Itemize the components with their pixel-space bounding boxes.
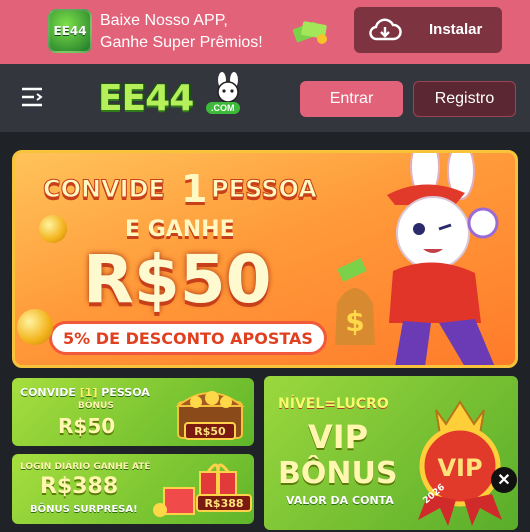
banner-amount: R$50 bbox=[83, 241, 272, 318]
brand-suffix: .COM bbox=[206, 102, 240, 114]
vip-bonus-card[interactable]: NÍVEL=LUCRO VIP BÔNUS VALOR DA CONTA VIP… bbox=[264, 376, 518, 530]
invite-card-tag: R$50 bbox=[184, 422, 236, 440]
gift-boxes-icon bbox=[153, 463, 237, 517]
bunny-character-illustration: $ bbox=[335, 153, 499, 365]
install-button[interactable]: Instalar bbox=[354, 7, 502, 53]
svg-text:$: $ bbox=[345, 305, 364, 338]
app-download-banner: EE44 Baixe Nosso APP, Ganhe Super Prêmio… bbox=[0, 0, 530, 64]
invite-card-title-b: PESSOA bbox=[101, 386, 150, 399]
install-label: Instalar bbox=[429, 21, 483, 38]
bunny-mascot-icon bbox=[217, 72, 239, 103]
app-promo-text: Baixe Nosso APP, Ganhe Super Prêmios! bbox=[100, 10, 263, 54]
vip-crown-badge-icon: VIP 2026 bbox=[418, 400, 502, 526]
brand-text: EE44 bbox=[98, 77, 194, 119]
banner-person-text: PESSOA bbox=[211, 175, 318, 204]
vip-card-top: NÍVEL=LUCRO bbox=[278, 396, 389, 412]
daily-card-tag: R$388 bbox=[196, 494, 252, 512]
banner-earn-text: E GANHE bbox=[125, 217, 235, 242]
cloud-download-icon bbox=[369, 18, 402, 41]
promo-line-1: Baixe Nosso APP, bbox=[100, 12, 228, 29]
vip-badge-text: VIP bbox=[437, 454, 482, 482]
money-icon bbox=[292, 21, 327, 44]
daily-card-title: LOGIN DIÁRIO GANHE ATÉ bbox=[20, 462, 151, 472]
banner-number: 1 bbox=[181, 167, 208, 211]
invite-card-title-num: [1] bbox=[79, 386, 98, 399]
daily-card-amount: R$388 bbox=[40, 474, 119, 499]
menu-icon[interactable] bbox=[20, 86, 44, 108]
banner-discount-pill: 5% DE DESCONTO APOSTAS bbox=[49, 321, 327, 355]
login-button[interactable]: Entrar bbox=[300, 81, 403, 117]
invite-card-amount: R$50 bbox=[58, 414, 116, 438]
vip-card-sub: VALOR DA CONTA bbox=[286, 494, 394, 507]
vip-card-title: VIP bbox=[308, 418, 369, 456]
invite-bonus-card[interactable]: CONVIDE [1] PESSOA BÔNUS R$50 R$50 bbox=[12, 378, 254, 446]
coin-icon bbox=[17, 309, 53, 345]
invite-card-title-a: CONVIDE bbox=[20, 386, 76, 399]
app-logo-text: EE44 bbox=[53, 24, 87, 38]
invite-promo-banner[interactable]: CONVIDE 1 PESSOA E GANHE R$50 5% DE DESC… bbox=[12, 150, 518, 368]
close-icon[interactable]: ✕ bbox=[491, 467, 517, 493]
vip-card-bonus: BÔNUS bbox=[278, 456, 398, 491]
register-button[interactable]: Registro bbox=[413, 81, 516, 117]
banner-invite-text: CONVIDE bbox=[43, 175, 166, 204]
invite-card-sub: BÔNUS bbox=[78, 401, 114, 411]
daily-card-sub: BÔNUS SURPRESA! bbox=[30, 504, 138, 515]
app-logo: EE44 bbox=[48, 9, 92, 53]
coin-icon bbox=[39, 215, 67, 243]
brand-logo[interactable]: EE44 .COM bbox=[98, 72, 240, 120]
daily-login-card[interactable]: LOGIN DIÁRIO GANHE ATÉ R$388 BÔNUS SURPR… bbox=[12, 454, 254, 524]
invite-card-title: CONVIDE [1] PESSOA bbox=[20, 386, 150, 399]
promo-line-2: Ganhe Super Prêmios! bbox=[100, 34, 263, 51]
